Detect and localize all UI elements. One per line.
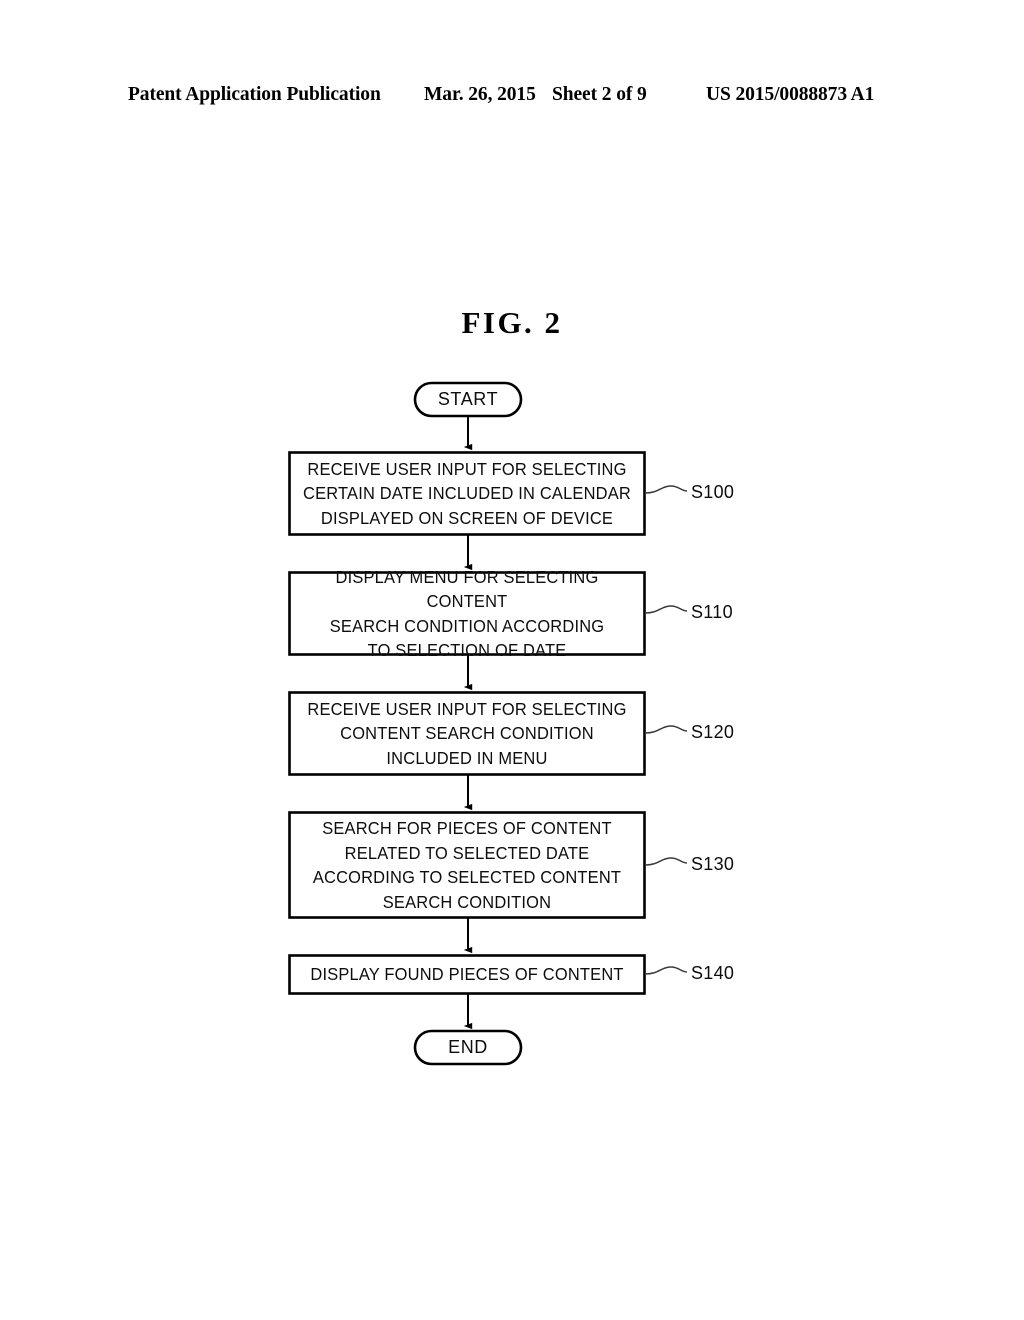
end-terminal-label: END [448,1037,488,1057]
step-id-s120: S120 [691,722,735,742]
step-text-s140: DISPLAY FOUND PIECES OF CONTENT [310,964,624,985]
step-id-s140: S140 [691,963,735,983]
start-terminal-label: START [437,389,499,409]
step-text-s110: DISPLAY MENU FOR SELECTING CONTENT SEARC… [329,566,605,661]
step-id-s110: S110 [691,602,733,622]
leader-line-s120 [644,725,688,734]
leader-line-s140 [644,966,688,975]
leader-line-s130 [644,857,688,866]
step-text-s130: SEARCH FOR PIECES OF CONTENT RELATED TO … [312,818,622,912]
step-id-s130: S130 [691,854,735,874]
step-id-s100: S100 [691,482,735,502]
step-text-s100: RECEIVE USER INPUT FOR SELECTING CERTAIN… [303,458,631,528]
step-text-s120: RECEIVE USER INPUT FOR SELECTING CONTENT… [307,698,627,768]
leader-line-s100 [644,485,688,494]
patent-figure-page: Patent Application Publication Mar. 26, … [0,0,1024,1320]
leader-line-s110 [644,605,688,614]
